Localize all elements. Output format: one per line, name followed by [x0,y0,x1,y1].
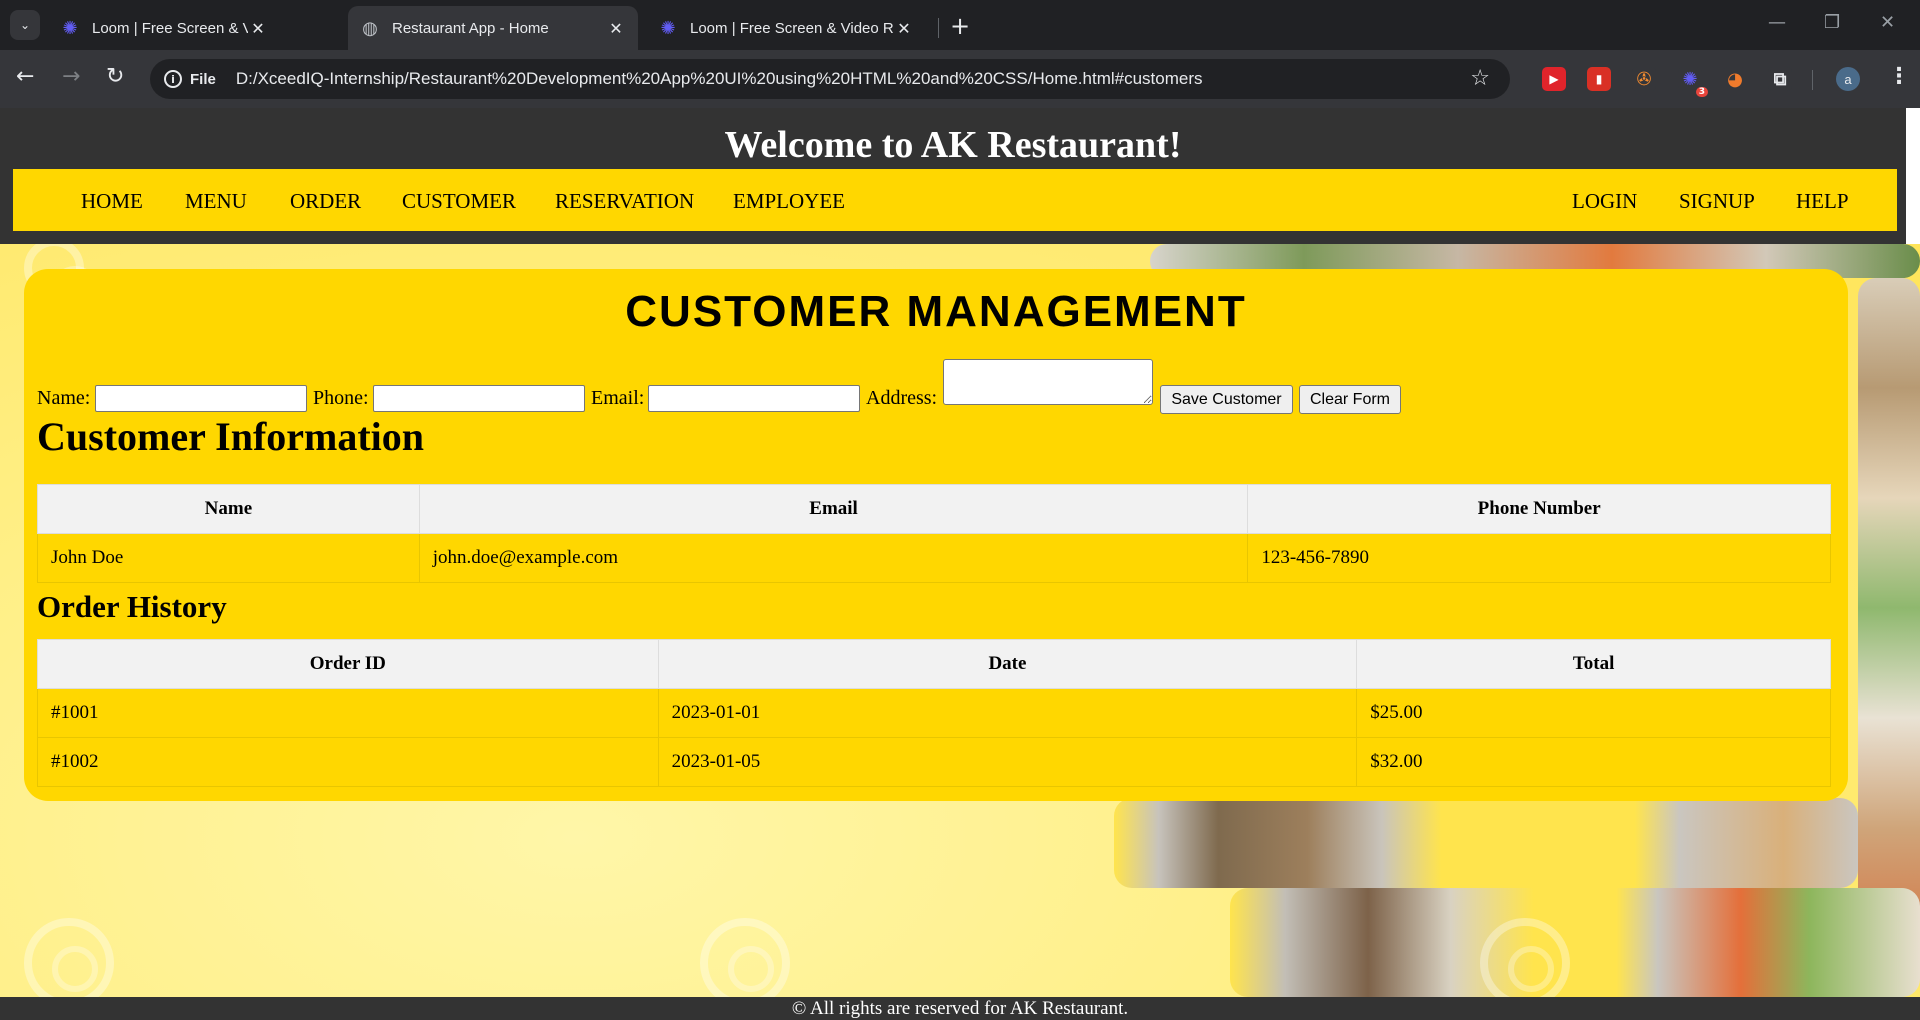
table-row: #1002 2023-01-05 $32.00 [37,737,1831,787]
nav-order[interactable]: ORDER [290,189,361,214]
close-tab-icon[interactable]: ✕ [606,19,626,38]
address-label: Address: [866,387,938,409]
column-header: Total [1356,639,1831,689]
tab-divider [938,18,939,38]
page-title: CUSTOMER MANAGEMENT [625,287,1247,336]
order-total-cell: $32.00 [1356,737,1831,787]
close-window-icon[interactable]: ✕ [1880,12,1895,33]
nav-customer[interactable]: CUSTOMER [402,189,516,214]
watermark-swirl-icon [24,918,114,1008]
order-date-cell: 2023-01-05 [657,737,1358,787]
watermark-swirl-icon [700,918,790,1008]
order-history-heading: Order History [37,589,227,624]
address-textarea[interactable] [943,359,1153,405]
column-header: Email [418,484,1249,534]
nav-menu[interactable]: MENU [185,189,247,214]
save-customer-button[interactable]: Save Customer [1160,385,1293,414]
table-row: John Doe john.doe@example.com 123-456-78… [37,533,1831,583]
watermark-swirl-icon [1480,918,1570,1008]
nav-signup[interactable]: SIGNUP [1679,189,1755,214]
close-tab-icon[interactable]: ✕ [894,19,914,38]
browser-tab-bar: ⌄ ✺ Loom | Free Screen & Video Rec ✕ ◍ R… [0,0,1920,50]
extensions-puzzle-icon[interactable]: ⧉ [1768,67,1792,91]
food-photo-right [1858,278,1920,938]
tab-title: Loom | Free Screen & Video Rec [690,19,894,37]
browser-menu-icon[interactable]: ⋮ [1888,64,1910,89]
nav-reservation[interactable]: RESERVATION [555,189,694,214]
nav-home[interactable]: HOME [81,189,143,214]
phone-label: Phone: [313,387,369,409]
tab-title: Restaurant App - Home [392,19,549,37]
restore-icon[interactable]: ❐ [1824,12,1840,33]
scheme-label: File [190,70,216,88]
info-icon[interactable]: i [164,70,182,88]
tab-search-button[interactable]: ⌄ [10,10,40,40]
browser-tab-loom-2[interactable]: ✺ Loom | Free Screen & Video Rec ✕ [646,6,926,50]
order-date-cell: 2023-01-01 [657,688,1358,738]
browser-tab-restaurant[interactable]: ◍ Restaurant App - Home ✕ [348,6,638,50]
column-header: Order ID [37,639,659,689]
customer-information-table: Name Email Phone Number John Doe john.do… [37,484,1831,583]
food-photo-bottom-1 [1114,798,1858,888]
customer-email-cell: john.doe@example.com [418,533,1249,583]
loom-extension-icon[interactable]: ✺ 3 [1678,67,1708,97]
column-header: Name [37,484,420,534]
name-field[interactable] [95,385,307,412]
new-tab-button[interactable]: + [950,12,970,40]
audio-extension-icon[interactable]: ▮ [1587,67,1611,91]
main-navbar: HOME MENU ORDER CUSTOMER RESERVATION EMP… [13,169,1897,231]
orange-extension-icon[interactable]: ◕ [1723,67,1747,91]
address-bar[interactable]: i File D:/XceedIQ-Internship/Restaurant%… [150,59,1510,99]
nav-login[interactable]: LOGIN [1572,189,1637,214]
site-header: Welcome to AK Restaurant! HOME MENU ORDE… [0,108,1906,244]
nav-employee[interactable]: EMPLOYEE [733,189,845,214]
email-field[interactable] [648,385,860,412]
column-header: Date [657,639,1358,689]
site-footer: © All rights are reserved for AK Restaur… [0,997,1920,1020]
browser-tab-loom-1[interactable]: ✺ Loom | Free Screen & Video Rec ✕ [48,6,280,50]
browser-toolbar: ← → ↻ i File D:/XceedIQ-Internship/Resta… [0,50,1920,108]
customer-phone-cell: 123-456-7890 [1247,533,1831,583]
email-label: Email: [591,387,645,409]
clear-form-button[interactable]: Clear Form [1299,385,1401,414]
nav-help[interactable]: HELP [1796,189,1849,214]
column-header: Phone Number [1247,484,1831,534]
loom-icon: ✺ [660,17,676,38]
name-label: Name: [37,387,91,409]
order-total-cell: $25.00 [1356,688,1831,738]
bookmark-star-icon[interactable]: ☆ [1470,66,1490,91]
profile-avatar[interactable]: a [1836,67,1860,91]
table-row: #1001 2023-01-01 $25.00 [37,688,1831,738]
customer-information-heading: Customer Information [37,414,425,459]
minimize-icon[interactable]: — [1768,12,1786,33]
table-header-row: Name Email Phone Number [37,484,1831,534]
page-viewport: Welcome to AK Restaurant! HOME MENU ORDE… [0,108,1920,1020]
globe-icon: ◍ [362,17,378,38]
close-tab-icon[interactable]: ✕ [248,19,268,38]
phone-field[interactable] [373,385,585,412]
reload-icon[interactable]: ↻ [106,64,124,89]
customer-name-cell: John Doe [37,533,420,583]
extension-badge: 3 [1695,87,1708,97]
forward-icon[interactable]: → [62,64,80,89]
loom-icon: ✺ [62,17,78,38]
youtube-extension-icon[interactable]: ▶ [1542,67,1566,91]
customer-management-card: CUSTOMER MANAGEMENT Name: Phone: Email: … [24,269,1848,801]
table-header-row: Order ID Date Total [37,639,1831,689]
order-history-table: Order ID Date Total #1001 2023-01-01 $25… [37,639,1831,787]
toolbar-divider [1812,70,1813,90]
film-extension-icon[interactable]: ✇ [1632,67,1656,91]
food-photo-bottom-2 [1230,888,1920,997]
site-title: Welcome to AK Restaurant! [724,124,1182,166]
back-icon[interactable]: ← [16,64,34,89]
order-id-cell: #1002 [37,737,659,787]
url-text[interactable]: D:/XceedIQ-Internship/Restaurant%20Devel… [236,69,1203,89]
order-id-cell: #1001 [37,688,659,738]
tab-title: Loom | Free Screen & Video Rec [92,19,248,37]
page-scrollbar[interactable] [1906,108,1920,244]
